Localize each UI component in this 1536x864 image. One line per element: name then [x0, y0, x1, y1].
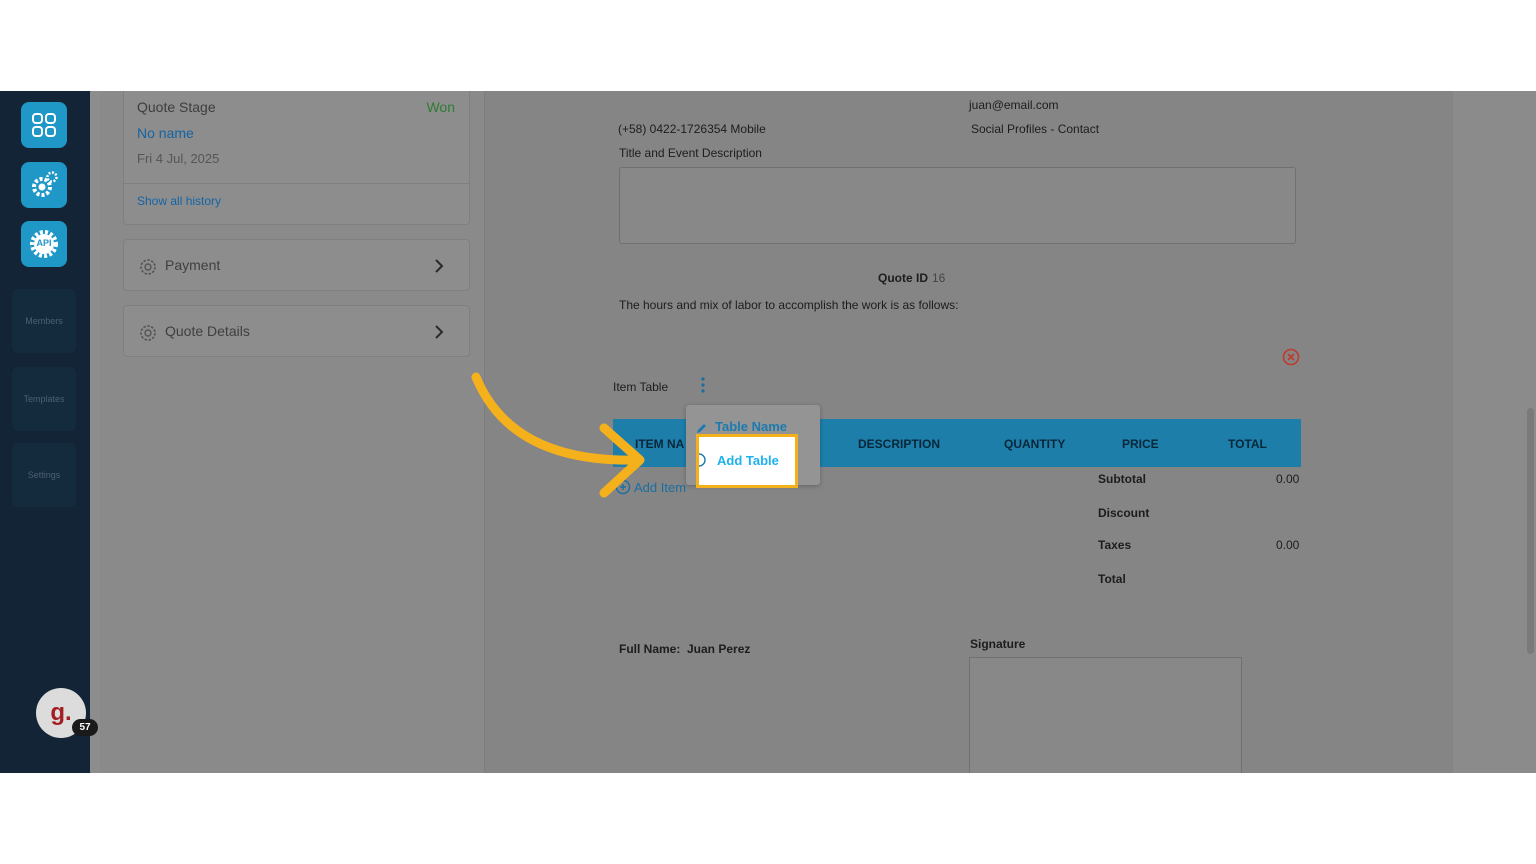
sidebar: API Members Templates Settings: [0, 91, 90, 773]
full-name-label: Full Name:: [619, 642, 681, 656]
subtotal-value: 0.00: [1276, 472, 1300, 486]
total-label: Total: [1098, 572, 1126, 586]
quote-id-label: Quote ID: [878, 271, 928, 285]
nav-templates[interactable]: Templates: [12, 367, 76, 431]
col-total: TOTAL: [1228, 437, 1267, 451]
contact-phone: (+58) 0422-1726354 Mobile: [618, 122, 766, 136]
pointer-arrow-icon: [462, 365, 652, 510]
full-name-value: Juan Perez: [687, 642, 751, 656]
apps-grid-button[interactable]: [21, 102, 67, 148]
col-price: PRICE: [1122, 437, 1159, 451]
nav-members[interactable]: Members: [12, 289, 76, 353]
history-date: Fri 4 Jul, 2025: [137, 151, 220, 166]
api-icon: API: [28, 228, 60, 260]
social-profiles: Social Profiles - Contact: [971, 122, 1100, 136]
quote-details-label: Quote Details: [165, 323, 250, 339]
left-panel: Quote Stage Won No name Fri 4 Jul, 2025 …: [100, 91, 485, 773]
table-name-option[interactable]: Table Name: [715, 419, 787, 434]
quote-id-value: 16: [932, 271, 946, 285]
settings-gear-icon: [28, 169, 60, 201]
taxes-value: 0.00: [1276, 538, 1300, 552]
right-gutter: [1453, 91, 1536, 773]
history-name-link[interactable]: No name: [137, 125, 194, 141]
apps-grid-icon: [31, 112, 57, 138]
hours-text: The hours and mix of labor to accomplish…: [619, 298, 959, 312]
nav-templates-label: Templates: [23, 394, 65, 404]
show-all-history-link[interactable]: Show all history: [137, 194, 221, 208]
gear-icon: [138, 323, 158, 348]
api-label: API: [36, 238, 52, 248]
quote-stage-value: Won: [426, 99, 455, 115]
history-card: Quote Stage Won No name Fri 4 Jul, 2025 …: [123, 91, 470, 225]
gear-icon: [138, 257, 158, 282]
notification-badge: 57: [72, 719, 98, 736]
quote-stage-label: Quote Stage: [137, 99, 216, 115]
nav-settings[interactable]: Settings: [12, 443, 76, 507]
col-quantity: QUANTITY: [1004, 437, 1066, 451]
payment-label: Payment: [165, 257, 221, 273]
discount-label: Discount: [1098, 506, 1150, 520]
title-description-label: Title and Event Description: [619, 146, 762, 160]
chevron-right-icon: [434, 258, 444, 279]
title-description-input[interactable]: [619, 167, 1296, 244]
kebab-menu-icon[interactable]: [700, 377, 706, 398]
settings-button[interactable]: [21, 162, 67, 208]
chevron-right-icon: [434, 324, 444, 345]
payment-accordion[interactable]: Payment: [123, 239, 470, 291]
contact-email: juan@email.com: [969, 98, 1059, 112]
signature-box[interactable]: [969, 657, 1242, 773]
quote-details-accordion[interactable]: Quote Details: [123, 305, 470, 357]
add-circle-icon: [693, 452, 707, 473]
signature-label: Signature: [970, 637, 1026, 651]
taxes-label: Taxes: [1098, 538, 1132, 552]
add-table-option[interactable]: Add Table: [696, 434, 798, 488]
api-button[interactable]: API: [21, 221, 67, 267]
scrollbar-thumb[interactable]: [1527, 408, 1534, 654]
add-table-label: Add Table: [717, 453, 779, 468]
divider: [124, 183, 469, 184]
subtotal-label: Subtotal: [1098, 472, 1146, 486]
nav-members-label: Members: [25, 316, 63, 326]
nav-settings-label: Settings: [27, 470, 61, 480]
col-description: DESCRIPTION: [858, 437, 941, 451]
close-circle-icon[interactable]: [1282, 348, 1300, 371]
avatar-initial: g.: [50, 699, 72, 726]
